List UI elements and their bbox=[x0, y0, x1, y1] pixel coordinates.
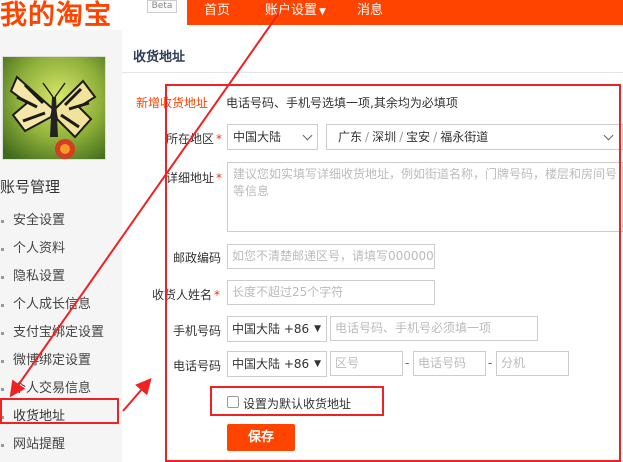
path-separator: / bbox=[365, 130, 370, 144]
mobile-country-select[interactable]: 中国大陆 +86 ▼ bbox=[227, 316, 327, 342]
sidebar-title: 账号管理 bbox=[0, 178, 61, 196]
region-area-select[interactable]: 广东 / 深圳 / 宝安 / 福永街道 bbox=[326, 124, 623, 150]
title-divider bbox=[122, 72, 623, 73]
required-mark: * bbox=[216, 132, 223, 146]
zip-input[interactable]: 如您不清楚邮递区号，请填写000000 bbox=[227, 244, 435, 269]
sidebar: 账号管理 安全设置 个人资料 隐私设置 个人成长信息 支付宝绑定设置 微博绑定设… bbox=[0, 30, 122, 462]
top-bar: 我的淘宝 Beta 首页 账户设置 ▼ 消息 bbox=[0, 0, 623, 32]
page-title: 收货地址 bbox=[133, 50, 186, 65]
sidebar-item-growth[interactable]: 个人成长信息 bbox=[0, 291, 104, 319]
region-street: 福永街道 bbox=[440, 130, 489, 144]
zip-label: 邮政编码 bbox=[173, 251, 222, 265]
detail-address-textarea[interactable]: 建议您如实填写详细收货地址，例如街道名称，门牌号码，楼层和房间号等信息 bbox=[227, 162, 623, 232]
chevron-down-icon bbox=[603, 130, 614, 141]
sidebar-item-label: 个人交易信息 bbox=[13, 381, 92, 396]
bullet-icon bbox=[1, 276, 4, 279]
arrow-sidebar-to-form bbox=[122, 377, 152, 412]
form-hint: 电话号码、手机号选填一项,其余均为必填项 bbox=[226, 96, 458, 110]
new-address-label: 新增收货地址 bbox=[136, 96, 209, 110]
path-separator: / bbox=[433, 130, 438, 144]
region-country-select[interactable]: 中国大陆 bbox=[227, 124, 318, 150]
phone-area-input[interactable]: 区号 bbox=[330, 351, 403, 376]
sidebar-item-label: 支付宝绑定设置 bbox=[13, 325, 105, 340]
sidebar-item-security[interactable]: 安全设置 bbox=[0, 207, 104, 235]
required-mark: * bbox=[216, 171, 223, 185]
sidebar-item-trade-info[interactable]: 个人交易信息 bbox=[0, 375, 104, 403]
default-address-checkbox[interactable] bbox=[227, 396, 239, 408]
region-province: 广东 bbox=[338, 130, 363, 144]
receiver-name-label-text: 收货人姓名 bbox=[152, 288, 213, 302]
receiver-name-label: 收货人姓名 * bbox=[152, 286, 220, 303]
mobile-label: 手机号码 bbox=[173, 324, 222, 338]
main-nav: 首页 账户设置 ▼ 消息 bbox=[187, 0, 623, 25]
dash-separator: - bbox=[488, 356, 493, 370]
mobile-input[interactable]: 电话号码、手机号必须填一项 bbox=[330, 316, 538, 341]
default-address-label[interactable]: 设置为默认收货地址 bbox=[243, 395, 351, 412]
sidebar-item-shipping-address[interactable]: 收货地址 bbox=[0, 403, 104, 431]
site-logo[interactable]: 我的淘宝 bbox=[0, 0, 112, 32]
phone-country-select[interactable]: 中国大陆 +86 ▼ bbox=[227, 351, 327, 377]
nav-home[interactable]: 首页 bbox=[204, 0, 230, 25]
caret-down-icon: ▼ bbox=[319, 7, 326, 17]
caret-down-icon: ▼ bbox=[314, 359, 321, 369]
beta-badge: Beta bbox=[147, 0, 177, 13]
bullet-icon bbox=[1, 220, 4, 223]
region-label-text: 所在地区 bbox=[166, 132, 215, 146]
phone-country-value: 中国大陆 +86 bbox=[232, 357, 310, 371]
bullet-icon bbox=[1, 388, 4, 391]
sidebar-item-site-reminder[interactable]: 网站提醒 bbox=[0, 431, 104, 459]
region-label: 所在地区 * bbox=[166, 130, 222, 147]
caret-down-icon: ▼ bbox=[314, 324, 321, 334]
sidebar-item-privacy[interactable]: 隐私设置 bbox=[0, 263, 104, 291]
bullet-icon bbox=[1, 444, 4, 447]
nav-account-settings[interactable]: 账户设置 ▼ bbox=[265, 0, 326, 25]
phone-number-input[interactable]: 电话号码 bbox=[413, 351, 486, 376]
sidebar-item-label: 个人资料 bbox=[13, 241, 66, 256]
sidebar-item-label: 个人成长信息 bbox=[13, 297, 92, 312]
bullet-icon bbox=[1, 360, 4, 363]
phone-ext-input[interactable]: 分机 bbox=[496, 351, 569, 376]
region-city: 深圳 bbox=[372, 130, 397, 144]
phone-label: 电话号码 bbox=[173, 359, 222, 373]
butterfly-avatar-image bbox=[3, 57, 105, 159]
receiver-name-input[interactable]: 长度不超过25个字符 bbox=[227, 280, 435, 305]
save-button[interactable]: 保存 bbox=[227, 424, 295, 451]
bullet-icon bbox=[1, 332, 4, 335]
region-country-value: 中国大陆 bbox=[233, 130, 282, 144]
sidebar-item-weibo[interactable]: 微博绑定设置 bbox=[0, 347, 104, 375]
sidebar-item-label: 微博绑定设置 bbox=[13, 353, 92, 368]
detail-label: 详细地址 * bbox=[166, 169, 222, 186]
sidebar-item-label: 网站提醒 bbox=[13, 437, 66, 452]
sidebar-item-profile[interactable]: 个人资料 bbox=[0, 235, 104, 263]
path-separator: / bbox=[399, 130, 404, 144]
bullet-icon bbox=[1, 416, 4, 419]
required-mark: * bbox=[214, 288, 221, 302]
avatar[interactable] bbox=[2, 56, 106, 160]
sidebar-item-alipay[interactable]: 支付宝绑定设置 bbox=[0, 319, 104, 347]
bullet-icon bbox=[1, 304, 4, 307]
bullet-icon bbox=[1, 248, 4, 251]
sidebar-item-label: 收货地址 bbox=[13, 409, 66, 424]
region-district: 宝安 bbox=[406, 130, 431, 144]
sidebar-list: 安全设置 个人资料 隐私设置 个人成长信息 支付宝绑定设置 微博绑定设置 个人交… bbox=[0, 207, 104, 459]
sidebar-item-label: 隐私设置 bbox=[13, 269, 66, 284]
nav-account-label: 账户设置 bbox=[265, 3, 318, 18]
chevron-down-icon bbox=[302, 130, 313, 141]
detail-label-text: 详细地址 bbox=[166, 171, 215, 185]
mobile-country-value: 中国大陆 +86 bbox=[232, 322, 310, 336]
sidebar-item-label: 安全设置 bbox=[13, 213, 66, 228]
nav-messages[interactable]: 消息 bbox=[357, 0, 383, 25]
dash-separator: - bbox=[405, 356, 410, 370]
